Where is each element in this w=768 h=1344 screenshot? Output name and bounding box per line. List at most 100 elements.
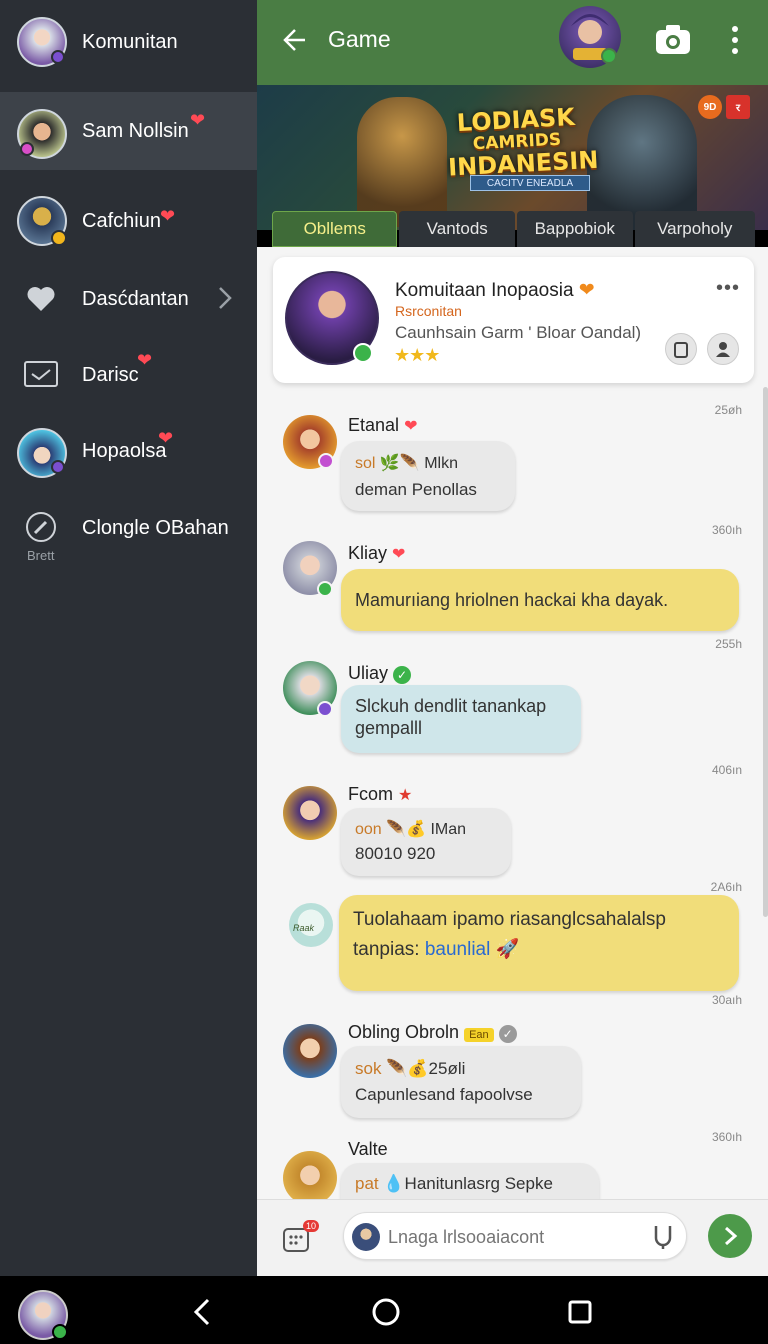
message-sender: Obling Obroln Ean ✓: [348, 1022, 517, 1043]
verified-icon: [317, 581, 333, 597]
back-nav-icon[interactable]: [184, 1294, 220, 1330]
message-bubble[interactable]: oon 🪶💰 IMan 80010 920: [341, 808, 511, 876]
message-field[interactable]: [343, 1212, 687, 1260]
chat-content: Komuitaan Inopaosia ❤ Rsrconitan Caunhsa…: [257, 247, 768, 1199]
message-bubble[interactable]: Tuolahaam ipamo riasanglcsahalalsp tanpi…: [339, 895, 739, 991]
community-description: Caunhsain Garm ' Bloar Oandal): [395, 323, 642, 342]
heart-icon: ❤: [158, 428, 174, 448]
sidebar-item-dascdantan[interactable]: Dasćdantan: [0, 274, 257, 324]
system-navigation-bar: [0, 1276, 768, 1344]
star-icon: ★: [398, 787, 413, 804]
message-prefix: oon: [355, 821, 382, 838]
community-name-text: Komuitaan Inopaosia: [395, 280, 574, 301]
message-input-bar: 10: [257, 1199, 768, 1276]
status-badge: [51, 50, 65, 64]
message-link[interactable]: baunlial: [425, 939, 491, 960]
banner-badges: 9D र: [698, 95, 750, 119]
more-horizontal-icon[interactable]: •••: [716, 277, 740, 300]
back-arrow-icon[interactable]: [281, 24, 313, 56]
sidebar-item-sam[interactable]: Sam Nollsin ❤: [0, 92, 257, 170]
page-title: Game: [328, 26, 391, 52]
hero-left-art: [357, 97, 447, 227]
sidebar-header[interactable]: Komunitan: [0, 14, 257, 70]
message-time: 25øh: [714, 403, 742, 417]
edit-icon-caption: Brett: [27, 548, 55, 563]
message-text: tanpias:: [353, 939, 420, 960]
heart-icon: ❤: [137, 350, 153, 370]
message-time: 360ıh: [711, 523, 742, 537]
home-nav-icon[interactable]: [368, 1294, 404, 1330]
status-badge: [51, 460, 65, 474]
message-text: IMan: [430, 821, 467, 838]
camera-icon[interactable]: [653, 22, 693, 58]
feather-icon: 🪶: [386, 821, 407, 838]
send-arrow-icon: [725, 1226, 738, 1246]
message-prefix: sol: [355, 455, 376, 472]
sidebar-item-label: Hopaolsa: [82, 440, 167, 462]
game-banner[interactable]: LODIASK CAMRIDS INDANESIN CACITV ENEADLA…: [257, 85, 768, 230]
sender-name: Obling Obroln: [348, 1022, 460, 1042]
status-badge: [318, 453, 334, 469]
coins-icon: 💰: [406, 821, 426, 838]
tab-bar: Obllems Vantods Bappobiok Varpoholy: [272, 211, 756, 247]
message-bubble[interactable]: sol 🌿🪶 Mlkn deman Penollas: [341, 441, 515, 511]
drop-icon: 💧: [383, 1174, 405, 1193]
avatar[interactable]: [283, 786, 337, 840]
notification-badge: 10: [303, 1220, 319, 1232]
feather-icon: 🪶: [399, 455, 420, 472]
banner-subtitle: CACITV ENEADLA: [470, 175, 590, 191]
sidebar-item-clongle[interactable]: Brett Clongle OBahan: [0, 508, 257, 568]
message-time: 30aıh: [711, 993, 742, 1007]
message-sender: Valte: [348, 1139, 388, 1159]
tab-vantods[interactable]: Vantods: [399, 211, 515, 247]
message-input[interactable]: [388, 1221, 638, 1253]
tab-obllems[interactable]: Obllems: [272, 211, 398, 247]
avatar: [352, 1223, 380, 1251]
message-prefix: pat: [355, 1174, 379, 1193]
banner-badge: र: [726, 95, 750, 119]
send-button[interactable]: [708, 1214, 752, 1258]
sender-name: Fcom: [348, 784, 393, 804]
message-prefix: sok: [355, 1059, 382, 1078]
tab-bappobiok[interactable]: Bappobiok: [517, 211, 633, 247]
avatar[interactable]: [283, 1151, 337, 1199]
message-sender: Etanal ❤: [348, 415, 417, 436]
sender-name: Uliay: [348, 663, 389, 683]
avatar[interactable]: Raak: [289, 903, 333, 947]
scrollbar[interactable]: [763, 387, 768, 917]
heart-icon: ❤: [160, 206, 176, 226]
message-bubble[interactable]: sok 🪶💰25øli Capunlesand fapoolvse: [341, 1046, 581, 1118]
avatar[interactable]: [283, 1024, 337, 1078]
recents-nav-icon[interactable]: [562, 1294, 598, 1330]
message-text: Mamurıiang hriolnen hackai kha dayak.: [355, 590, 669, 610]
sidebar-item-darisc[interactable]: Darisc ❤: [0, 350, 257, 400]
edit-icon: [24, 510, 58, 544]
sidebar-item-hopaolsa[interactable]: Hopaolsa ❤: [0, 424, 257, 480]
message-time: 406ın: [711, 763, 742, 777]
more-vertical-icon[interactable]: [729, 22, 741, 58]
sidebar-item-label: Darisc: [82, 364, 139, 386]
message-sender: Kliay ❤: [348, 543, 405, 564]
feather-icon: 🪶: [386, 1059, 408, 1078]
community-card[interactable]: Komuitaan Inopaosia ❤ Rsrconitan Caunhsa…: [273, 257, 754, 383]
verified-icon: ✓: [393, 666, 412, 684]
message-bubble[interactable]: pat 💧Hanitunlasrg Sepke: [341, 1163, 599, 1199]
sidebar-item-label: Dasćdantan: [82, 288, 189, 310]
monitor-icon: [22, 356, 60, 394]
verified-icon: [52, 1324, 68, 1340]
user-icon: [716, 342, 730, 357]
sidebar-header-label: Komunitan: [82, 31, 178, 53]
heart-icon: ❤: [392, 546, 406, 563]
message-line: sok 🪶💰25øli: [355, 1056, 567, 1082]
message-bubble[interactable]: Slckuh dendlit tanankap gempalll: [341, 685, 581, 753]
message-text: 25øli: [428, 1059, 466, 1078]
banner-title: LODIASK CAMRIDS INDANESIN: [445, 103, 600, 182]
message-bubble[interactable]: Mamurıiang hriolnen hackai kha dayak.: [341, 569, 739, 631]
sender-name: Kliay: [348, 543, 388, 563]
bag-icon: 💰: [407, 1059, 429, 1078]
microphone-icon[interactable]: [650, 1223, 676, 1251]
sidebar-item-cafchiun[interactable]: Cafchiun ❤: [0, 192, 257, 250]
clipboard-button[interactable]: [665, 333, 697, 365]
profile-button[interactable]: [707, 333, 739, 365]
tab-varpoholy[interactable]: Varpoholy: [634, 211, 756, 247]
